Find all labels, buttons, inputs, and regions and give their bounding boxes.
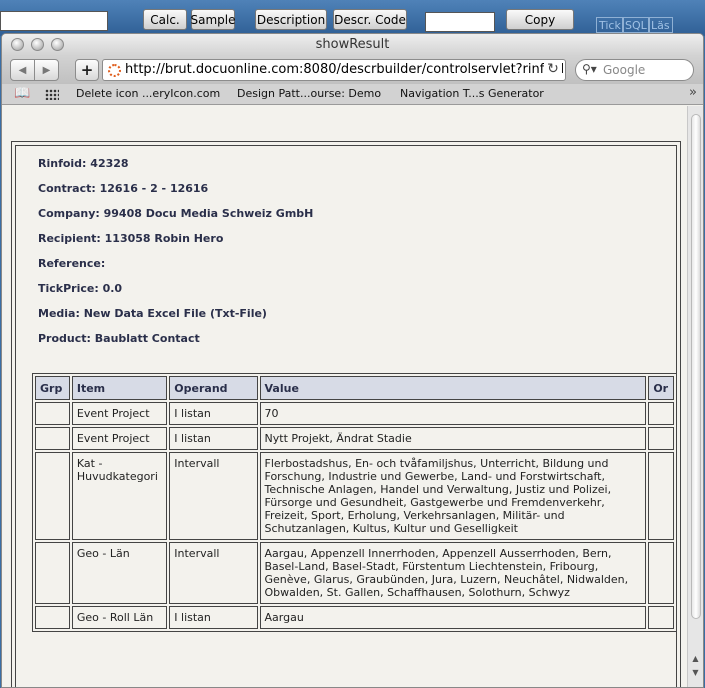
add-bookmark-button[interactable]: +	[75, 59, 99, 81]
reload-icon[interactable]: ↻	[544, 61, 562, 79]
search-icon: ⚲▾	[582, 62, 597, 76]
plus-icon: +	[80, 61, 94, 79]
book-icon[interactable]: 📖	[14, 86, 30, 101]
column-header-item: Item	[71, 376, 168, 400]
forward-button[interactable]: ▶	[34, 59, 59, 81]
or-cell	[648, 452, 674, 540]
more-bookmarks-icon[interactable]: »	[689, 85, 697, 100]
value-cell: Nytt Projekt, Ändrat Stadie	[259, 427, 647, 450]
browser-toolbar: ◀ ▶ + http://brut.docuonline.com:8080/de…	[2, 56, 703, 84]
window-title: showResult	[315, 37, 390, 52]
column-header-or: Or	[648, 376, 674, 400]
item-cell: Event Project	[71, 402, 168, 425]
table-row: Event Project I listan 70	[35, 402, 674, 425]
window-titlebar: showResult	[2, 34, 703, 56]
table-row: Geo - Roll Län I listan Aargau	[35, 606, 674, 629]
or-cell	[648, 402, 674, 425]
operand-cell: Intervall	[169, 452, 258, 540]
item-cell: Geo - Roll Län	[71, 606, 168, 629]
background-text-field[interactable]	[0, 11, 108, 31]
media-text: Media: New Data Excel File (Txt-File)	[38, 307, 267, 320]
back-arrow-icon: ◀	[18, 64, 27, 76]
background-input[interactable]	[425, 12, 495, 32]
criteria-table: Grp Item Operand Value Or Event Project …	[32, 373, 677, 632]
recipient-text: Recipient: 113058 Robin Hero	[38, 232, 224, 245]
scrollbar-thumb[interactable]	[691, 114, 701, 619]
operand-cell: I listan	[169, 427, 258, 450]
value-cell: Aargau	[259, 606, 647, 629]
loading-icon	[108, 64, 121, 77]
table-row: Geo - Län Intervall Aargau, Appenzell In…	[35, 542, 674, 604]
item-cell: Kat - Huvudkategori	[71, 452, 168, 540]
bookmarks-bar: 📖 Delete icon ...eryIcon.com Design Patt…	[2, 84, 703, 105]
page-content: Rinfoid: 42328 Contract: 12616 - 2 - 126…	[2, 106, 688, 687]
result-panel: Rinfoid: 42328 Contract: 12616 - 2 - 126…	[15, 145, 677, 687]
grp-cell	[35, 606, 70, 629]
bookmark-item[interactable]: Delete icon ...eryIcon.com	[76, 87, 220, 100]
value-cell: 70	[259, 402, 647, 425]
column-header-grp: Grp	[35, 376, 70, 400]
operand-cell: Intervall	[169, 542, 258, 604]
grp-cell	[35, 542, 70, 604]
search-placeholder: Google	[603, 63, 646, 77]
grp-cell	[35, 427, 70, 450]
reference-text: Reference:	[38, 257, 106, 270]
value-cell: Aargau, Appenzell Innerrhoden, Appenzell…	[259, 542, 647, 604]
descr-code-button[interactable]: Descr. Code	[333, 9, 407, 30]
company-text: Company: 99408 Docu Media Schweiz GmbH	[38, 207, 314, 220]
back-button[interactable]: ◀	[10, 59, 35, 81]
calc-button[interactable]: Calc.	[143, 9, 187, 30]
tick-tab[interactable]: Tick	[596, 17, 624, 33]
table-row: Kat - Huvudkategori Intervall Flerbostad…	[35, 452, 674, 540]
product-text: Product: Baublatt Contact	[38, 332, 200, 345]
operand-cell: I listan	[169, 606, 258, 629]
item-cell: Geo - Län	[71, 542, 168, 604]
or-cell	[648, 542, 674, 604]
bookmark-item[interactable]: Design Patt...ourse: Demo	[237, 87, 381, 100]
contract-text: Contract: 12616 - 2 - 12616	[38, 182, 209, 195]
item-cell: Event Project	[71, 427, 168, 450]
sql-tab[interactable]: SQL	[622, 17, 650, 33]
column-header-value: Value	[259, 376, 647, 400]
bookmark-item[interactable]: Navigation T...s Generator	[400, 87, 544, 100]
or-cell	[648, 427, 674, 450]
sample-button[interactable]: Sample	[191, 9, 236, 30]
forward-arrow-icon: ▶	[42, 64, 51, 76]
grid-icon[interactable]	[45, 89, 59, 100]
scroll-down-icon[interactable]: ▼	[688, 668, 703, 680]
operand-cell: I listan	[169, 402, 258, 425]
browser-window: showResult ◀ ▶ + http://brut.docuonline.…	[1, 33, 704, 688]
table-row: Event Project I listan Nytt Projekt, Änd…	[35, 427, 674, 450]
vertical-scrollbar[interactable]: ▲ ▼	[687, 106, 703, 687]
copy-button[interactable]: Copy	[506, 9, 574, 30]
result-frame: Rinfoid: 42328 Contract: 12616 - 2 - 126…	[11, 141, 681, 687]
scroll-up-icon[interactable]: ▲	[688, 654, 703, 666]
or-cell	[648, 606, 674, 629]
table-header-row: Grp Item Operand Value Or	[35, 376, 674, 400]
grp-cell	[35, 402, 70, 425]
tickprice-text: TickPrice: 0.0	[38, 282, 123, 295]
address-bar[interactable]: http://brut.docuonline.com:8080/descrbui…	[102, 59, 566, 81]
url-text: http://brut.docuonline.com:8080/descrbui…	[125, 62, 566, 77]
las-tab[interactable]: Läs	[648, 17, 673, 33]
column-header-operand: Operand	[169, 376, 258, 400]
value-cell: Flerbostadshus, En- och tvåfamiljshus, U…	[259, 452, 647, 540]
rinfoid-text: Rinfoid: 42328	[38, 157, 129, 170]
description-button[interactable]: Description	[255, 9, 327, 30]
grp-cell	[35, 452, 70, 540]
search-field[interactable]: ⚲▾ Google	[575, 59, 694, 81]
